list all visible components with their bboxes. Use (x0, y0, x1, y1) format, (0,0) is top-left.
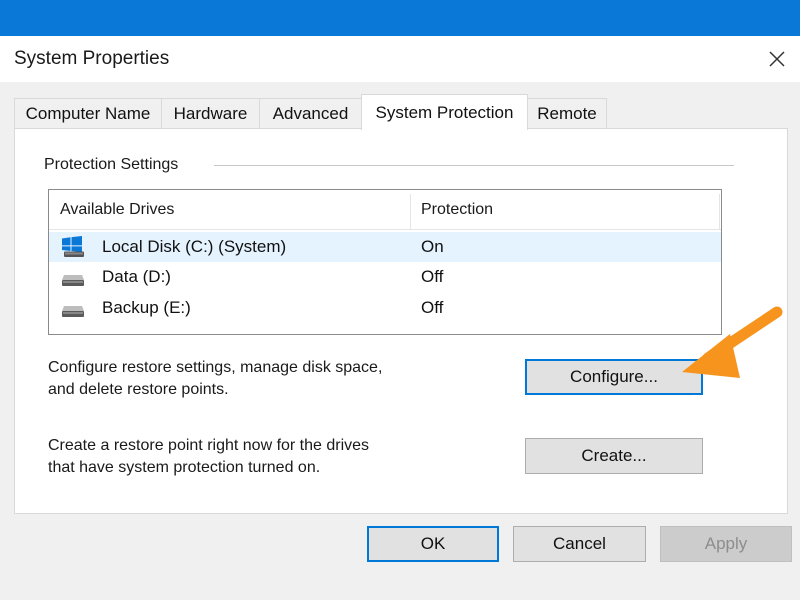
tab-label: Advanced (272, 103, 349, 123)
windows-drive-icon (62, 236, 84, 257)
list-header: Available Drives Protection (49, 190, 721, 230)
create-button[interactable]: Create... (525, 438, 703, 474)
hard-drive-icon (62, 275, 84, 286)
drive-name: Backup (E:) (102, 298, 191, 317)
drive-protection-status: On (421, 237, 444, 256)
column-separator[interactable] (410, 194, 411, 230)
tab-label: Hardware (173, 103, 248, 123)
cancel-button[interactable]: Cancel (513, 526, 646, 562)
ok-button[interactable]: OK (367, 526, 499, 562)
column-header-available-drives[interactable]: Available Drives (60, 190, 174, 230)
tab-computer-name[interactable]: Computer Name (14, 98, 162, 128)
tab-label: Computer Name (25, 103, 151, 123)
create-description-line: that have system protection turned on. (48, 459, 321, 476)
tab-remote[interactable]: Remote (527, 98, 607, 128)
tab-hardware[interactable]: Hardware (161, 98, 260, 128)
hard-drive-icon (62, 306, 84, 317)
close-icon (769, 51, 785, 67)
tab-label: System Protection (375, 102, 514, 122)
drive-row-e[interactable]: Backup (E:) Off (49, 293, 721, 323)
title-bar: System Properties (0, 36, 800, 82)
window-title: System Properties (14, 48, 170, 69)
annotation-arrow-icon (682, 306, 783, 378)
create-description-line: Create a restore point right now for the… (48, 437, 370, 454)
create-description: Create a restore point right now for the… (48, 435, 468, 479)
drive-protection-status: Off (421, 267, 444, 286)
drive-name: Data (D:) (102, 267, 171, 286)
tab-label: Remote (537, 103, 597, 123)
drives-list[interactable]: Available Drives Protection Local Disk (… (48, 189, 722, 335)
apply-button[interactable]: Apply (660, 526, 792, 562)
tab-advanced[interactable]: Advanced (259, 98, 362, 128)
close-button[interactable] (754, 36, 800, 82)
configure-description-line: and delete restore points. (48, 381, 229, 398)
drive-row-d[interactable]: Data (D:) Off (49, 262, 721, 292)
drive-row-c[interactable]: Local Disk (C:) (System) On (49, 232, 721, 262)
configure-description-line: Configure restore settings, manage disk … (48, 359, 383, 376)
column-separator[interactable] (719, 194, 720, 230)
configure-description: Configure restore settings, manage disk … (48, 357, 468, 401)
drive-name: Local Disk (C:) (System) (102, 237, 287, 256)
protection-settings-label: Protection Settings (44, 156, 185, 174)
tab-system-protection[interactable]: System Protection (361, 94, 528, 130)
group-divider (214, 165, 734, 166)
drive-protection-status: Off (421, 298, 444, 317)
column-header-protection[interactable]: Protection (421, 190, 493, 230)
